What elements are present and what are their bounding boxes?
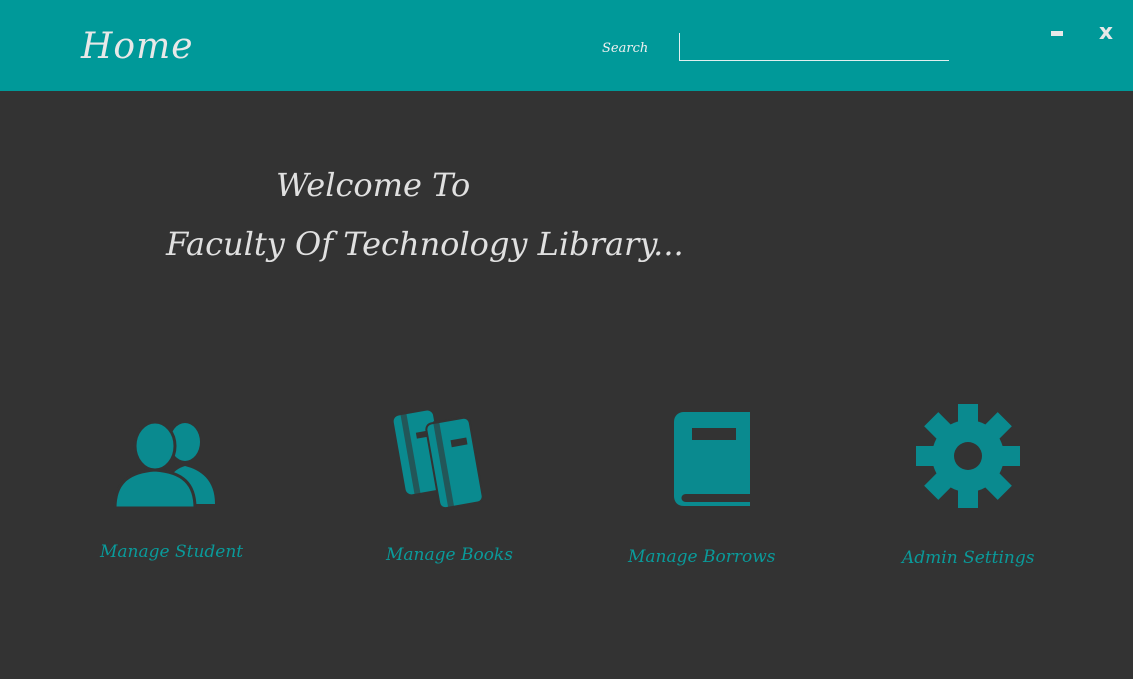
manage-borrows-tile[interactable]: Manage Borrows (628, 410, 788, 572)
manage-books-label: Manage Books (386, 545, 513, 565)
manage-books-tile[interactable]: Manage Books (386, 402, 516, 572)
minimize-button[interactable] (1044, 18, 1070, 48)
manage-student-label: Manage Student (100, 542, 244, 562)
search-input[interactable] (679, 33, 949, 61)
home-window: Home Search x Welcome To Faculty Of Tech… (0, 0, 1133, 679)
manage-student-tile[interactable]: Manage Student (100, 418, 244, 568)
close-button[interactable]: x (1093, 18, 1119, 48)
page-title: Home (81, 26, 194, 67)
admin-settings-label: Admin Settings (902, 548, 1035, 568)
books-icon (392, 402, 484, 510)
welcome-subheading: Faculty Of Technology Library... (166, 225, 684, 263)
search-label: Search (602, 41, 649, 56)
gear-icon (916, 404, 1020, 508)
book-icon (674, 412, 752, 506)
users-icon (113, 420, 217, 510)
manage-borrows-label: Manage Borrows (628, 547, 776, 567)
minimize-icon (1051, 31, 1063, 36)
welcome-heading: Welcome To (276, 166, 471, 204)
title-bar: Home Search x (0, 0, 1133, 91)
admin-settings-tile[interactable]: Admin Settings (902, 404, 1052, 574)
